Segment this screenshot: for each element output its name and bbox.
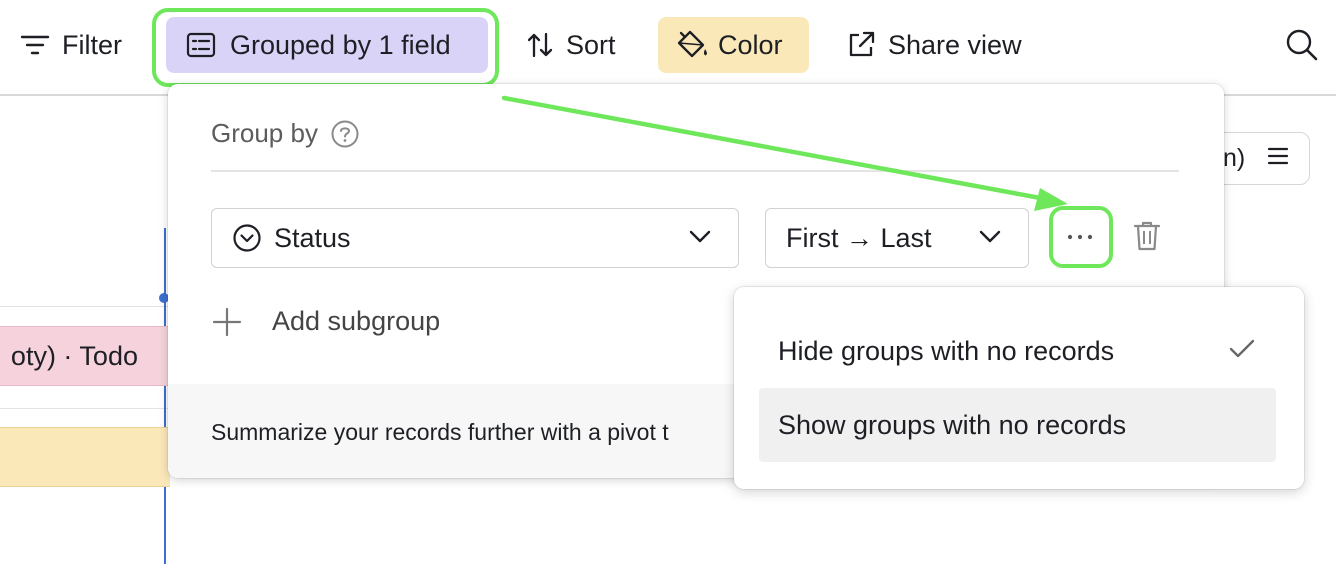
check-icon	[1229, 339, 1255, 358]
menu-item-hide-empty-groups[interactable]: Hide groups with no records	[759, 314, 1276, 388]
pivot-table-hint: Summarize your records further with a pi…	[211, 419, 669, 445]
menu-item-label: Show groups with no records	[778, 409, 1127, 440]
group-by-title-text: Group by	[211, 118, 318, 148]
grid-row-divider	[0, 408, 168, 409]
group-header-todo-label: oty) · Todo	[10, 341, 138, 371]
colored-record-row[interactable]	[0, 427, 170, 487]
chevron-down-icon	[979, 230, 1001, 243]
grid-row-divider	[0, 306, 168, 307]
chevron-down-icon	[689, 230, 711, 243]
question-circle-icon[interactable]	[330, 119, 360, 149]
group-field-value: Status	[274, 222, 351, 253]
group-header-todo[interactable]: oty) · Todo	[0, 326, 170, 386]
plus-icon	[212, 307, 242, 336]
view-toolbar: Filter Grouped by 1 field Sort Color Sha…	[0, 0, 1336, 96]
paint-bucket-icon	[677, 30, 707, 58]
add-subgroup-button[interactable]: Add subgroup	[212, 306, 440, 337]
filter-button[interactable]: Filter	[20, 17, 122, 73]
chevron-circle-icon	[233, 224, 261, 252]
external-link-icon	[849, 31, 875, 57]
sort-button[interactable]: Sort	[526, 17, 616, 73]
menu-lines-icon	[1267, 147, 1289, 165]
share-view-button-label: Share view	[888, 29, 1022, 60]
search-icon	[1286, 29, 1318, 61]
row-height-control-text: n)	[1223, 144, 1246, 172]
group-by-divider	[211, 170, 1179, 172]
group-order-select[interactable]: First → Last	[765, 208, 1029, 268]
remove-group-button[interactable]	[1132, 220, 1162, 257]
color-button[interactable]: Color	[658, 17, 809, 73]
grid-column-indicator	[164, 228, 166, 564]
search-button[interactable]	[1284, 17, 1320, 73]
color-button-label: Color	[718, 29, 783, 60]
share-view-button[interactable]: Share view	[846, 17, 1022, 73]
menu-item-label: Hide groups with no records	[778, 335, 1115, 366]
sort-button-label: Sort	[566, 29, 616, 60]
add-subgroup-label: Add subgroup	[272, 306, 441, 336]
filter-button-label: Filter	[62, 29, 122, 60]
group-order-value: First → Last	[786, 222, 932, 253]
menu-item-show-empty-groups[interactable]: Show groups with no records	[759, 388, 1276, 462]
filter-lines-icon	[20, 35, 50, 55]
highlight-frame-options-button	[1049, 206, 1113, 268]
sort-arrows-icon	[527, 32, 553, 58]
group-by-title: Group by	[211, 118, 360, 149]
trash-icon	[1133, 221, 1161, 251]
highlight-frame-group-button	[152, 8, 499, 87]
group-options-menu: Hide groups with no records Show groups …	[734, 287, 1304, 489]
group-field-select[interactable]: Status	[211, 208, 739, 268]
